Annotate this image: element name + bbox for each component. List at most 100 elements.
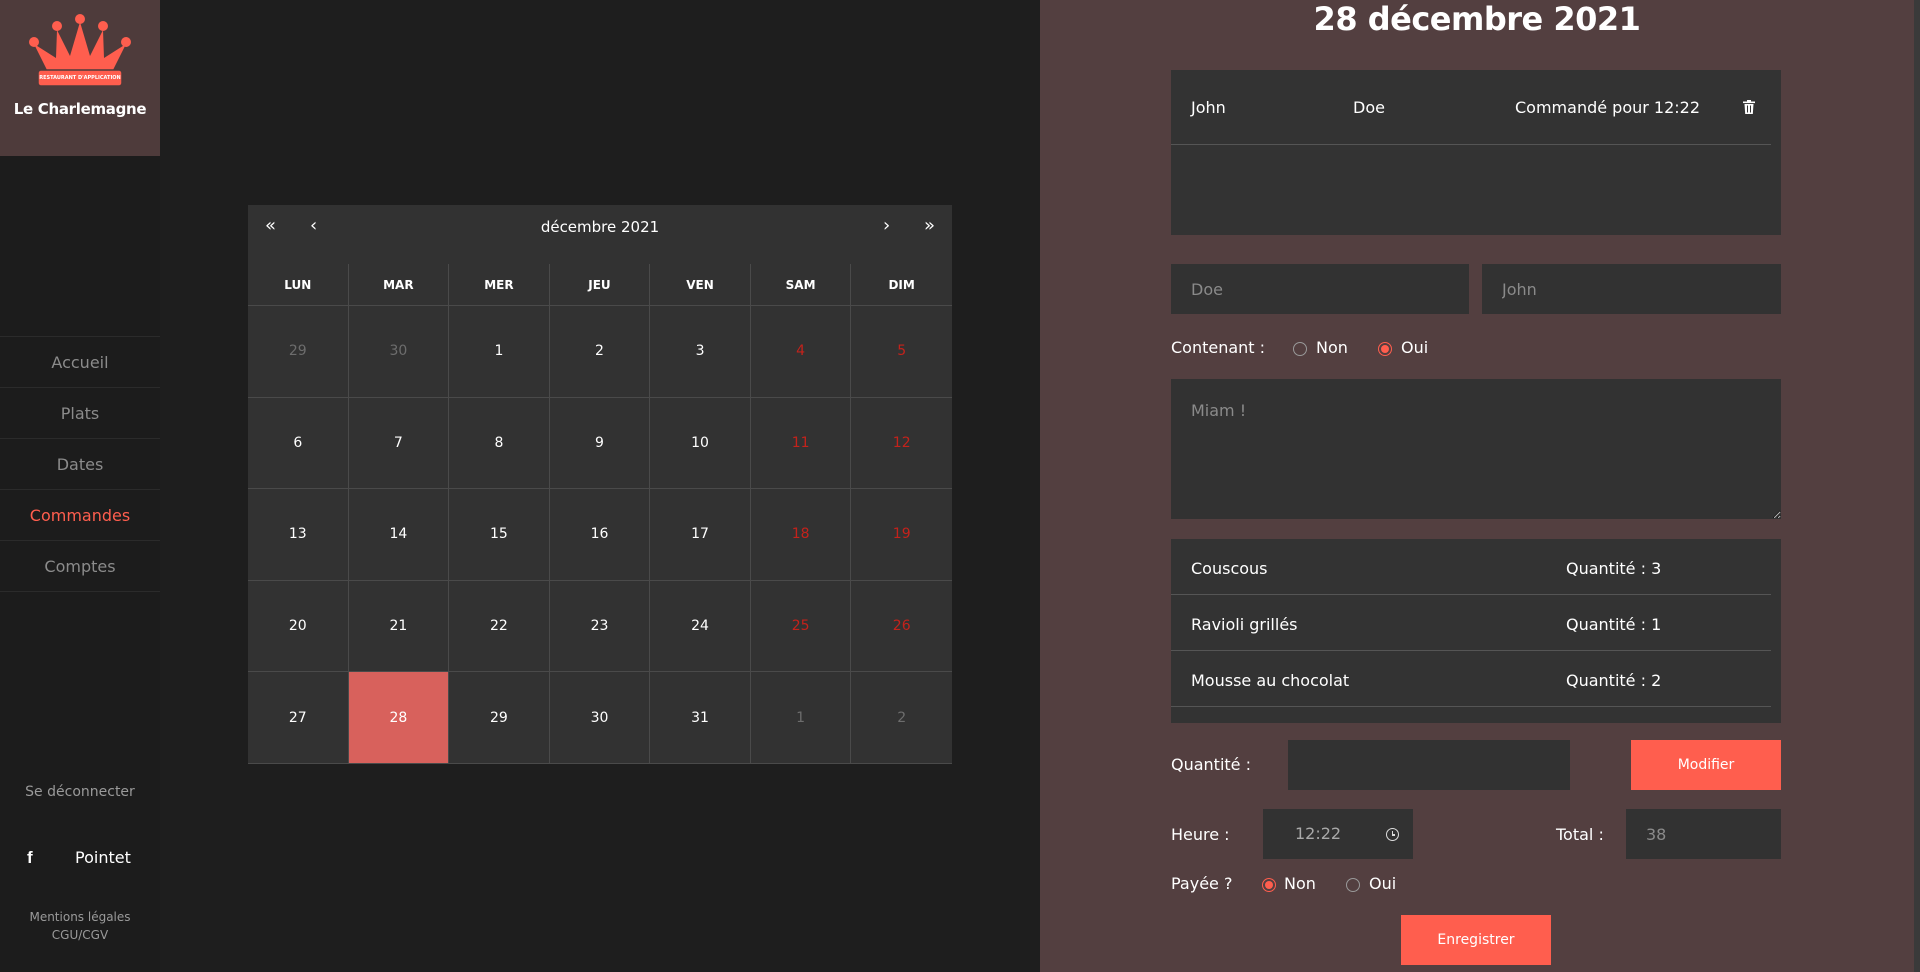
weekday-label: SAM xyxy=(750,264,852,306)
weekday-label: VEN xyxy=(650,264,751,306)
calendar-day[interactable]: 29 xyxy=(248,306,349,398)
calendar-day[interactable]: 17 xyxy=(650,489,751,581)
calendar-day[interactable]: 9 xyxy=(549,397,651,490)
orders-list: John Doe Commandé pour 12:22 xyxy=(1171,70,1781,235)
calendar-day[interactable]: 11 xyxy=(750,397,852,490)
calendar-day[interactable]: 5 xyxy=(851,306,952,398)
order-last-name: Doe xyxy=(1353,98,1385,117)
paid-no-radio[interactable] xyxy=(1262,878,1276,892)
paid-yes-radio[interactable] xyxy=(1346,878,1360,892)
next-month-button[interactable]: › xyxy=(883,215,890,236)
item-name: Ravioli grillés xyxy=(1191,615,1298,634)
quantity-input[interactable] xyxy=(1288,740,1570,790)
calendar-day[interactable]: 30 xyxy=(348,306,450,398)
calendar-day[interactable]: 26 xyxy=(851,581,952,673)
calendar-day[interactable]: 2 xyxy=(851,672,952,764)
calendar: « ‹ décembre 2021 › » LUN MAR MER JEU VE… xyxy=(248,205,952,764)
order-panel: 28 décembre 2021 John Doe Commandé pour … xyxy=(1040,0,1914,972)
calendar-day[interactable]: 10 xyxy=(650,397,751,490)
calendar-day[interactable]: 21 xyxy=(348,580,450,673)
next-year-button[interactable]: » xyxy=(924,215,935,236)
weekday-label: JEU xyxy=(549,264,651,306)
calendar-day[interactable]: 27 xyxy=(248,672,349,764)
weekday-header: LUN MAR MER JEU VEN SAM DIM xyxy=(248,264,952,306)
brand-block[interactable]: RESTAURANT D'APPLICATION Le Charlemagne xyxy=(0,0,160,156)
save-button[interactable]: Enregistrer xyxy=(1401,915,1551,965)
nav-item-accueil[interactable]: Accueil xyxy=(0,337,160,388)
calendar-day[interactable]: 31 xyxy=(650,672,751,764)
calendar-day[interactable]: 1 xyxy=(750,672,852,764)
container-no-radio[interactable] xyxy=(1293,342,1307,356)
weekday-label: MER xyxy=(449,264,550,306)
calendar-day[interactable]: 20 xyxy=(248,580,349,673)
clock-icon[interactable] xyxy=(1386,828,1399,841)
calendar-grid: 29 30 1 2 3 4 5 6 7 8 9 10 11 12 13 14 15 16 17 18 19 20 21 22 2… xyxy=(248,306,952,764)
calendar-day[interactable]: 19 xyxy=(851,489,952,581)
item-name: Mousse au chocolat xyxy=(1191,671,1350,690)
nav-item-comptes[interactable]: Comptes xyxy=(0,541,160,592)
legal-notice-link[interactable]: Mentions légales xyxy=(0,908,160,926)
modify-button[interactable]: Modifier xyxy=(1631,740,1781,790)
cgu-cgv-link[interactable]: CGU/CGV xyxy=(0,926,160,944)
calendar-day[interactable]: 6 xyxy=(248,397,349,490)
main-nav: Accueil Plats Dates Commandes Comptes xyxy=(0,336,160,592)
container-yes-label[interactable]: Oui xyxy=(1401,338,1428,357)
item-quantity: Quantité : 1 xyxy=(1566,615,1662,634)
brand-name: Le Charlemagne xyxy=(13,100,147,118)
calendar-header: « ‹ décembre 2021 › » xyxy=(248,205,952,250)
calendar-day[interactable]: 22 xyxy=(449,580,550,673)
calendar-day[interactable]: 16 xyxy=(549,489,651,581)
paid-yes-label[interactable]: Oui xyxy=(1369,874,1396,893)
facebook-link[interactable]: f Pointet xyxy=(0,846,160,870)
calendar-day[interactable]: 30 xyxy=(549,672,651,764)
nav-item-commandes[interactable]: Commandes xyxy=(0,490,160,541)
order-row[interactable]: John Doe Commandé pour 12:22 xyxy=(1171,70,1771,145)
list-item[interactable]: Mousse au chocolat Quantité : 2 xyxy=(1171,651,1771,707)
item-quantity: Quantité : 2 xyxy=(1566,671,1662,690)
calendar-day[interactable]: 25 xyxy=(750,580,852,673)
item-name: Couscous xyxy=(1191,559,1268,578)
order-time: Commandé pour 12:22 xyxy=(1515,98,1701,117)
trash-icon[interactable] xyxy=(1743,100,1755,114)
calendar-day[interactable]: 14 xyxy=(348,489,450,581)
calendar-day[interactable]: 28 xyxy=(348,672,450,764)
calendar-day[interactable]: 1 xyxy=(449,306,550,398)
calendar-day[interactable]: 4 xyxy=(750,306,852,398)
calendar-title[interactable]: décembre 2021 xyxy=(248,218,952,236)
list-item[interactable]: Couscous Quantité : 3 xyxy=(1171,539,1771,595)
paid-no-label[interactable]: Non xyxy=(1284,874,1316,893)
time-label: Heure : xyxy=(1171,825,1230,844)
total-input[interactable] xyxy=(1626,809,1781,859)
quantity-label: Quantité : xyxy=(1171,755,1251,774)
container-yes-radio[interactable] xyxy=(1378,342,1392,356)
container-no-label[interactable]: Non xyxy=(1316,338,1348,357)
calendar-day[interactable]: 24 xyxy=(650,580,751,673)
legal-links: Mentions légales CGU/CGV xyxy=(0,908,160,944)
calendar-day[interactable]: 2 xyxy=(549,306,651,398)
nav-item-dates[interactable]: Dates xyxy=(0,439,160,490)
calendar-day[interactable]: 13 xyxy=(248,489,349,581)
logo-ribbon-text: RESTAURANT D'APPLICATION xyxy=(39,75,121,81)
nav-item-plats[interactable]: Plats xyxy=(0,388,160,439)
calendar-day[interactable]: 3 xyxy=(650,306,751,398)
facebook-label: Pointet xyxy=(75,848,131,867)
calendar-day[interactable]: 18 xyxy=(750,489,852,581)
facebook-icon: f xyxy=(27,848,33,867)
comment-textarea[interactable] xyxy=(1171,379,1781,519)
list-item[interactable]: Ravioli grillés Quantité : 1 xyxy=(1171,595,1771,651)
calendar-day[interactable]: 15 xyxy=(449,489,550,581)
order-items-list: Couscous Quantité : 3 Ravioli grillés Qu… xyxy=(1171,539,1781,723)
scrollbar[interactable] xyxy=(1914,0,1920,972)
calendar-day[interactable]: 12 xyxy=(851,398,952,490)
weekday-label: LUN xyxy=(248,264,349,306)
time-input[interactable]: 12:22 xyxy=(1263,809,1413,859)
calendar-day[interactable]: 23 xyxy=(549,580,651,673)
last-name-input[interactable] xyxy=(1171,264,1469,314)
total-label: Total : xyxy=(1556,825,1604,844)
calendar-day[interactable]: 8 xyxy=(449,397,550,490)
calendar-day[interactable]: 29 xyxy=(449,672,550,764)
logout-link[interactable]: Se déconnecter xyxy=(0,784,160,800)
order-first-name: John xyxy=(1191,98,1226,117)
calendar-day[interactable]: 7 xyxy=(348,397,450,490)
first-name-input[interactable] xyxy=(1482,264,1781,314)
